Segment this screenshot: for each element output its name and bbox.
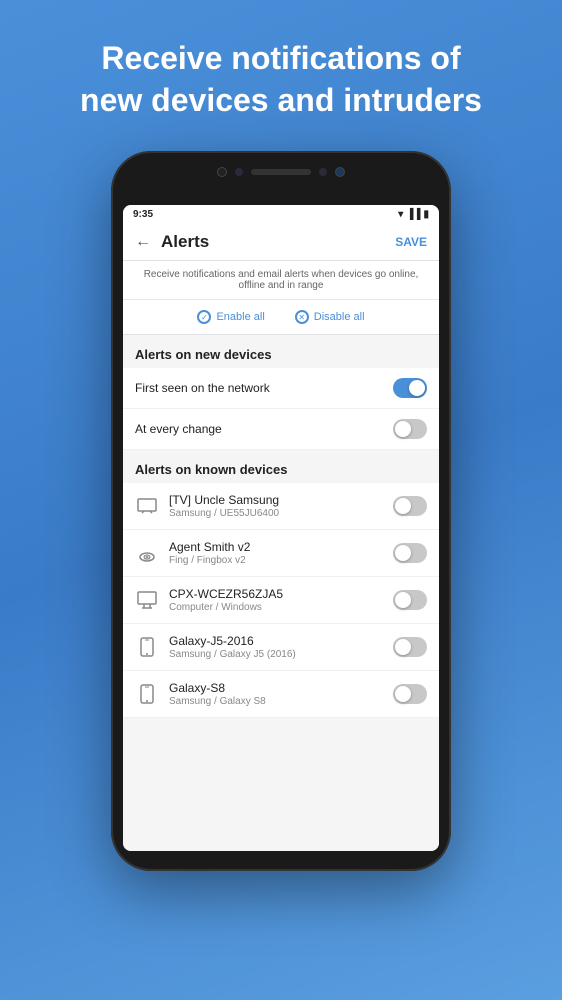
agent-smith-toggle[interactable] [393,543,427,563]
every-change-label: At every change [135,422,393,436]
headline-line1: Receive notifications of [101,40,460,76]
mobile-phone2-icon [135,682,159,706]
list-item-every-change: At every change [123,409,439,450]
agent-smith-name: Agent Smith v2 [169,540,393,554]
cpx-name: CPX-WCEZR56ZJA5 [169,587,393,601]
headline: Receive notifications of new devices and… [40,0,522,151]
mobile-phone-icon [135,635,159,659]
list-item-first-seen: First seen on the network [123,368,439,409]
enable-all-icon: ✓ [197,310,211,324]
list-item-tv-uncle-samsung: [TV] Uncle Samsung Samsung / UE55JU6400 [123,483,439,530]
alerts-content: Alerts on new devices First seen on the … [123,335,439,851]
status-icons: ▾ ▐▐ ▮ [398,209,429,220]
first-seen-knob [409,380,425,396]
phone-speaker [251,169,311,175]
first-seen-toggle[interactable] [393,378,427,398]
phone-shell: 9:35 ▾ ▐▐ ▮ ← Alerts SAVE Receive notifi… [111,151,451,871]
galaxy-j5-sub: Samsung / Galaxy J5 (2016) [169,649,393,660]
galaxy-s8-sub: Samsung / Galaxy S8 [169,696,393,707]
page-title: Alerts [161,232,395,252]
every-change-toggle[interactable] [393,419,427,439]
desktop-icon [135,588,159,612]
known-devices-section-header: Alerts on known devices [123,450,439,483]
app-bar: ← Alerts SAVE [123,224,439,261]
cpx-toggle[interactable] [393,590,427,610]
galaxy-s8-name: Galaxy-S8 [169,681,393,695]
every-change-knob [395,421,411,437]
signal-icon: ▐▐ [406,209,420,220]
router-icon [135,541,159,565]
status-bar: 9:35 ▾ ▐▐ ▮ [123,205,439,224]
phone-sensor2-icon [319,168,327,176]
phone-sensor-icon [235,168,243,176]
wifi-icon: ▾ [398,209,403,220]
bulk-actions-row: ✓ Enable all ✕ Disable all [123,300,439,335]
phone-mockup: 9:35 ▾ ▐▐ ▮ ← Alerts SAVE Receive notifi… [111,151,451,871]
tv-samsung-name: [TV] Uncle Samsung [169,493,393,507]
camera-right-icon [335,167,345,177]
phone-screen: 9:35 ▾ ▐▐ ▮ ← Alerts SAVE Receive notifi… [123,205,439,851]
cpx-sub: Computer / Windows [169,602,393,613]
agent-smith-sub: Fing / Fingbox v2 [169,555,393,566]
disable-all-button[interactable]: ✕ Disable all [295,310,365,324]
tv-icon [135,494,159,518]
camera-left-icon [217,167,227,177]
headline-line2: new devices and intruders [80,82,482,118]
disable-all-icon: ✕ [295,310,309,324]
back-button[interactable]: ← [135,233,151,251]
description-text: Receive notifications and email alerts w… [123,261,439,300]
galaxy-j5-toggle[interactable] [393,637,427,657]
galaxy-s8-toggle[interactable] [393,684,427,704]
list-item-cpx-desktop: CPX-WCEZR56ZJA5 Computer / Windows [123,577,439,624]
galaxy-j5-name: Galaxy-J5-2016 [169,634,393,648]
save-button[interactable]: SAVE [395,235,427,249]
new-devices-section-header: Alerts on new devices [123,335,439,368]
list-item-galaxy-s8: Galaxy-S8 Samsung / Galaxy S8 [123,671,439,718]
phone-sensors [111,167,451,177]
list-item-galaxy-j5: Galaxy-J5-2016 Samsung / Galaxy J5 (2016… [123,624,439,671]
first-seen-label: First seen on the network [135,381,393,395]
battery-icon: ▮ [423,209,429,220]
tv-samsung-toggle[interactable] [393,496,427,516]
enable-all-button[interactable]: ✓ Enable all [197,310,264,324]
list-item-agent-smith: Agent Smith v2 Fing / Fingbox v2 [123,530,439,577]
status-time: 9:35 [133,209,153,220]
tv-samsung-sub: Samsung / UE55JU6400 [169,508,393,519]
